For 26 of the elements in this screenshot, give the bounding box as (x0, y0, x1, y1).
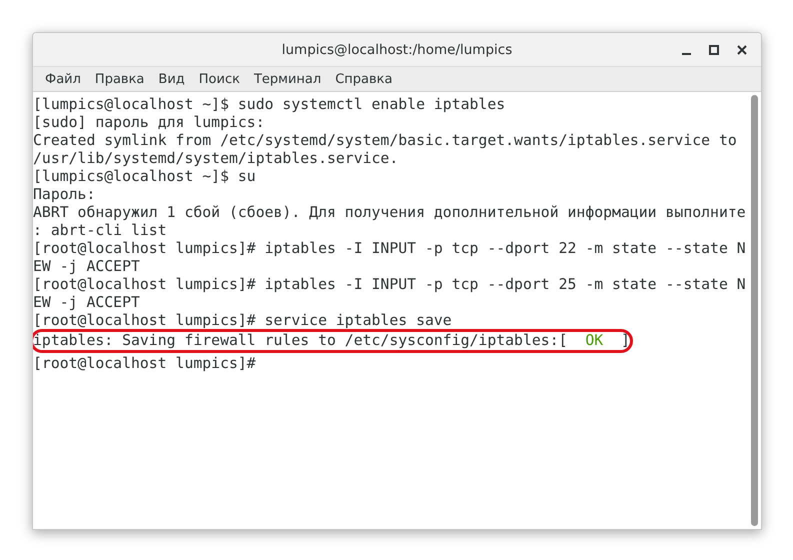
highlighted-output-line: iptables: Saving firewall rules to /etc/sysconfig/iptables:[ OK ] (33, 332, 630, 350)
menu-item[interactable]: Правка (88, 72, 152, 86)
terminal-line: : abrt-cli list (33, 222, 167, 240)
terminal-line: [sudo] пароль для lumpics: (33, 114, 265, 132)
menu-item[interactable]: Терминал (248, 72, 330, 86)
terminal-line: [lumpics@localhost ~]$ su (33, 168, 256, 186)
terminal-line: [root@localhost lumpics]# iptables -I INPUT -p tcp --dport 25 -m state --state N (33, 276, 746, 294)
close-icon (736, 44, 748, 56)
terminal-line: [lumpics@localhost ~]$ sudo systemctl enable iptables (33, 96, 506, 114)
menu-item[interactable]: Справка (329, 72, 400, 86)
scrollbar[interactable] (751, 95, 758, 526)
terminal-line: EW -j ACCEPT (33, 294, 140, 312)
minimize-icon (682, 53, 690, 55)
terminal-line: Created symlink from /etc/systemd/system/basic.target.wants/iptables.service to (33, 132, 737, 150)
terminal-line: [root@localhost lumpics]# (33, 355, 256, 373)
terminal-line: /usr/lib/systemd/system/iptables.service. (33, 150, 398, 168)
menu-item[interactable]: Поиск (192, 72, 248, 86)
terminal-line: EW -j ACCEPT (33, 258, 140, 276)
menu-item[interactable]: Вид (152, 72, 193, 86)
maximize-icon (708, 44, 720, 56)
terminal-line: ABRT обнаружил 1 сбой (сбоев). Для получения дополнительной информации выполните (33, 204, 746, 222)
window-title: lumpics@localhost:/home/lumpics (282, 42, 512, 58)
terminal-line: [root@localhost lumpics]# service iptables save (33, 312, 452, 330)
menu-item[interactable]: Файл (39, 72, 89, 86)
terminal-line: [root@localhost lumpics]# iptables -I INPUT -p tcp --dport 22 -m state --state N (33, 240, 746, 258)
terminal-line: Пароль: (33, 186, 96, 204)
